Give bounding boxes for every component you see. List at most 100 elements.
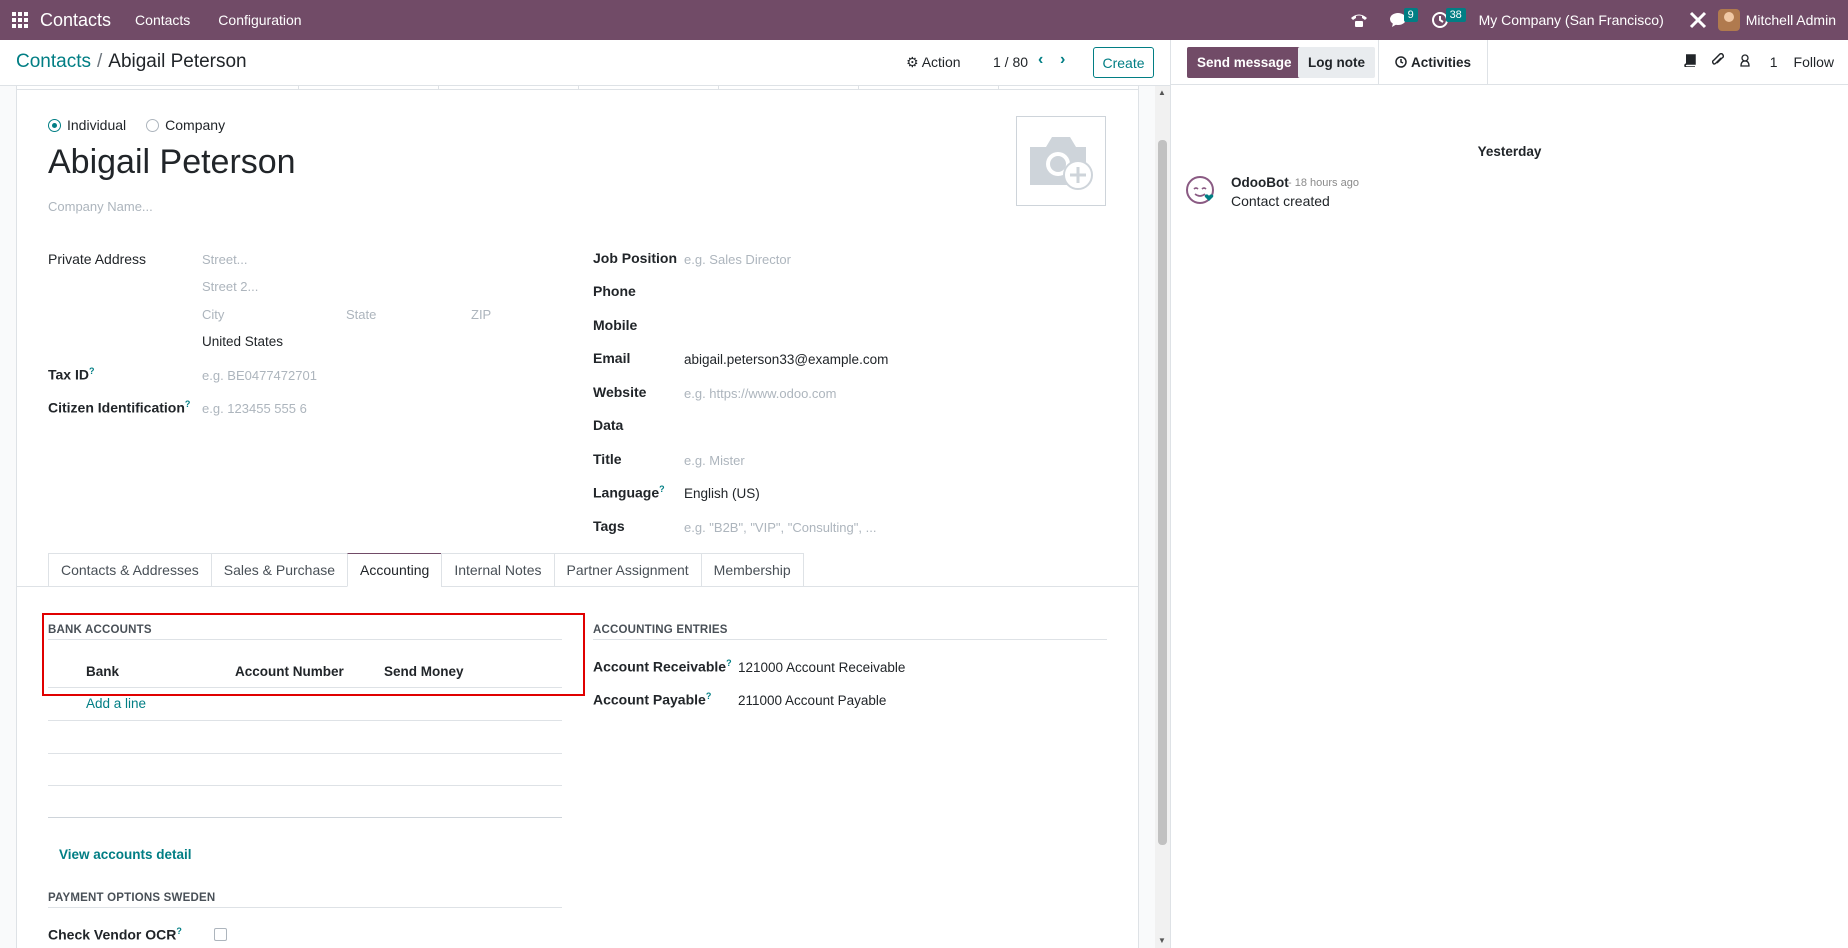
pager-previous-icon[interactable]: ‹	[1038, 51, 1043, 69]
form-view	[0, 86, 1170, 948]
chatter-panel: Send message Log note Activities 1 Follo…	[1171, 40, 1848, 948]
pager-value[interactable]: 1 / 80	[993, 54, 1028, 70]
activities-icon[interactable]: 38	[1431, 0, 1466, 40]
check-vendor-ocr-label: Check Vendor OCR?	[48, 926, 182, 943]
send-message-button[interactable]: Send message	[1187, 47, 1302, 78]
add-a-line-link[interactable]: Add a line	[86, 696, 146, 711]
account-payable-label: Account Payable?	[593, 691, 712, 708]
table-row	[48, 817, 562, 818]
company-switcher[interactable]: My Company (San Francisco)	[1479, 12, 1664, 28]
company-name-field[interactable]: Company Name...	[48, 199, 153, 214]
payable-help-icon[interactable]: ?	[706, 691, 712, 701]
table-row	[48, 785, 562, 786]
scroll-down-icon[interactable]: ▼	[1158, 936, 1166, 945]
account-receivable-select[interactable]: 121000 Account Receivable	[738, 660, 905, 675]
email-input[interactable]: abigail.peterson33@example.com	[684, 352, 888, 367]
citizen-id-input[interactable]: e.g. 123455 555 6	[202, 401, 307, 416]
street2-input[interactable]: Street 2...	[202, 279, 258, 294]
action-menu-button[interactable]: ⚙ Action	[906, 54, 961, 71]
app-name[interactable]: Contacts	[40, 10, 111, 31]
tax-id-input[interactable]: e.g. BE0477472701	[202, 368, 317, 383]
paperclip-icon[interactable]	[1711, 52, 1724, 70]
tax-id-label: Tax ID?	[48, 366, 95, 383]
country-input[interactable]: United States	[202, 334, 283, 349]
website-input[interactable]: e.g. https://www.odoo.com	[684, 386, 836, 401]
menu-configuration[interactable]: Configuration	[218, 12, 301, 28]
photo-upload[interactable]	[1016, 116, 1106, 206]
breadcrumb: Contacts / Abigail Peterson	[16, 51, 247, 73]
data-label: Data	[593, 417, 624, 433]
tax-id-help-icon[interactable]: ?	[89, 366, 95, 376]
radio-company-label[interactable]: Company	[165, 117, 225, 133]
city-input[interactable]: City	[202, 307, 224, 322]
zip-input[interactable]: ZIP	[471, 307, 491, 322]
breadcrumb-current: Abigail Peterson	[108, 51, 247, 72]
title-input[interactable]: e.g. Mister	[684, 453, 745, 468]
job-position-input[interactable]: e.g. Sales Director	[684, 252, 791, 267]
citizen-id-label: Citizen Identification?	[48, 399, 191, 416]
date-separator: Yesterday	[1477, 144, 1542, 159]
email-label: Email	[593, 350, 631, 366]
followers-button[interactable]: 1	[1740, 54, 1778, 70]
radio-individual-label[interactable]: Individual	[67, 117, 126, 133]
entries-title-divider	[593, 639, 1107, 640]
state-input[interactable]: State	[346, 307, 376, 322]
chatter-topbar: Send message Log note Activities 1 Follo…	[1171, 40, 1848, 84]
radio-company[interactable]	[146, 118, 160, 132]
tab-internal-notes[interactable]: Internal Notes	[441, 553, 554, 587]
breadcrumb-contacts[interactable]: Contacts	[16, 51, 91, 72]
contact-name-field[interactable]: Abigail Peterson	[48, 143, 296, 182]
street-input[interactable]: Street...	[202, 252, 248, 267]
book-icon[interactable]	[1684, 53, 1696, 70]
debug-tools-icon[interactable]	[1689, 0, 1707, 40]
create-button[interactable]: Create	[1093, 47, 1154, 78]
menu-contacts[interactable]: Contacts	[135, 12, 190, 28]
phone-icon[interactable]	[1350, 0, 1368, 40]
scroll-up-icon[interactable]: ▲	[1158, 88, 1166, 97]
button-box	[17, 86, 1138, 90]
user-menu[interactable]: Mitchell Admin	[1717, 9, 1836, 31]
title-label: Title	[593, 451, 622, 467]
receivable-help-icon[interactable]: ?	[726, 658, 732, 668]
check-vendor-help-icon[interactable]: ?	[176, 926, 182, 936]
tab-partner-assignment[interactable]: Partner Assignment	[553, 553, 701, 587]
tab-accounting[interactable]: Accounting	[347, 553, 442, 587]
phone-label: Phone	[593, 283, 636, 299]
follow-button[interactable]: Follow	[1794, 54, 1834, 70]
tab-membership[interactable]: Membership	[700, 553, 804, 587]
radio-individual[interactable]	[48, 118, 61, 132]
private-address-label: Private Address	[48, 251, 147, 267]
form-sheet	[16, 86, 1139, 948]
pager-next-icon[interactable]: ›	[1060, 51, 1065, 69]
payment-title-divider	[48, 907, 562, 908]
chatter-actions: 1 Follow	[1668, 52, 1834, 70]
tab-contacts-addresses[interactable]: Contacts & Addresses	[48, 553, 211, 587]
tags-label: Tags	[593, 518, 625, 534]
language-help-icon[interactable]: ?	[659, 484, 665, 494]
language-select[interactable]: English (US)	[684, 486, 760, 501]
log-note-button[interactable]: Log note	[1298, 47, 1375, 78]
phone-input[interactable]	[684, 283, 884, 301]
odoobot-avatar	[1185, 175, 1217, 207]
check-vendor-ocr-checkbox[interactable]	[214, 928, 227, 941]
payment-options-title: PAYMENT OPTIONS SWEDEN	[48, 892, 216, 904]
message-author[interactable]: OdooBot	[1231, 175, 1289, 190]
mobile-input[interactable]	[684, 317, 884, 335]
language-label: Language?	[593, 484, 665, 501]
activities-label: Activities	[1411, 54, 1472, 70]
tab-sales-purchase[interactable]: Sales & Purchase	[210, 553, 348, 587]
user-icon	[1740, 53, 1750, 67]
tags-input[interactable]: e.g. "B2B", "VIP", "Consulting", ...	[684, 520, 876, 535]
account-payable-select[interactable]: 211000 Account Payable	[738, 693, 886, 708]
apps-menu-icon[interactable]	[0, 0, 40, 40]
gear-icon: ⚙	[906, 54, 919, 70]
messages-icon[interactable]: 9	[1389, 0, 1418, 40]
activities-button[interactable]: Activities	[1378, 40, 1489, 84]
view-accounts-detail-button[interactable]: View accounts detail	[59, 847, 192, 862]
company-type-radio: Individual Company	[48, 117, 245, 133]
form-scrollbar-thumb[interactable]	[1158, 140, 1167, 845]
highlight-box	[42, 613, 585, 696]
citizen-id-help-icon[interactable]: ?	[185, 399, 191, 409]
website-label: Website	[593, 384, 647, 400]
messages-badge: 9	[1403, 8, 1418, 22]
